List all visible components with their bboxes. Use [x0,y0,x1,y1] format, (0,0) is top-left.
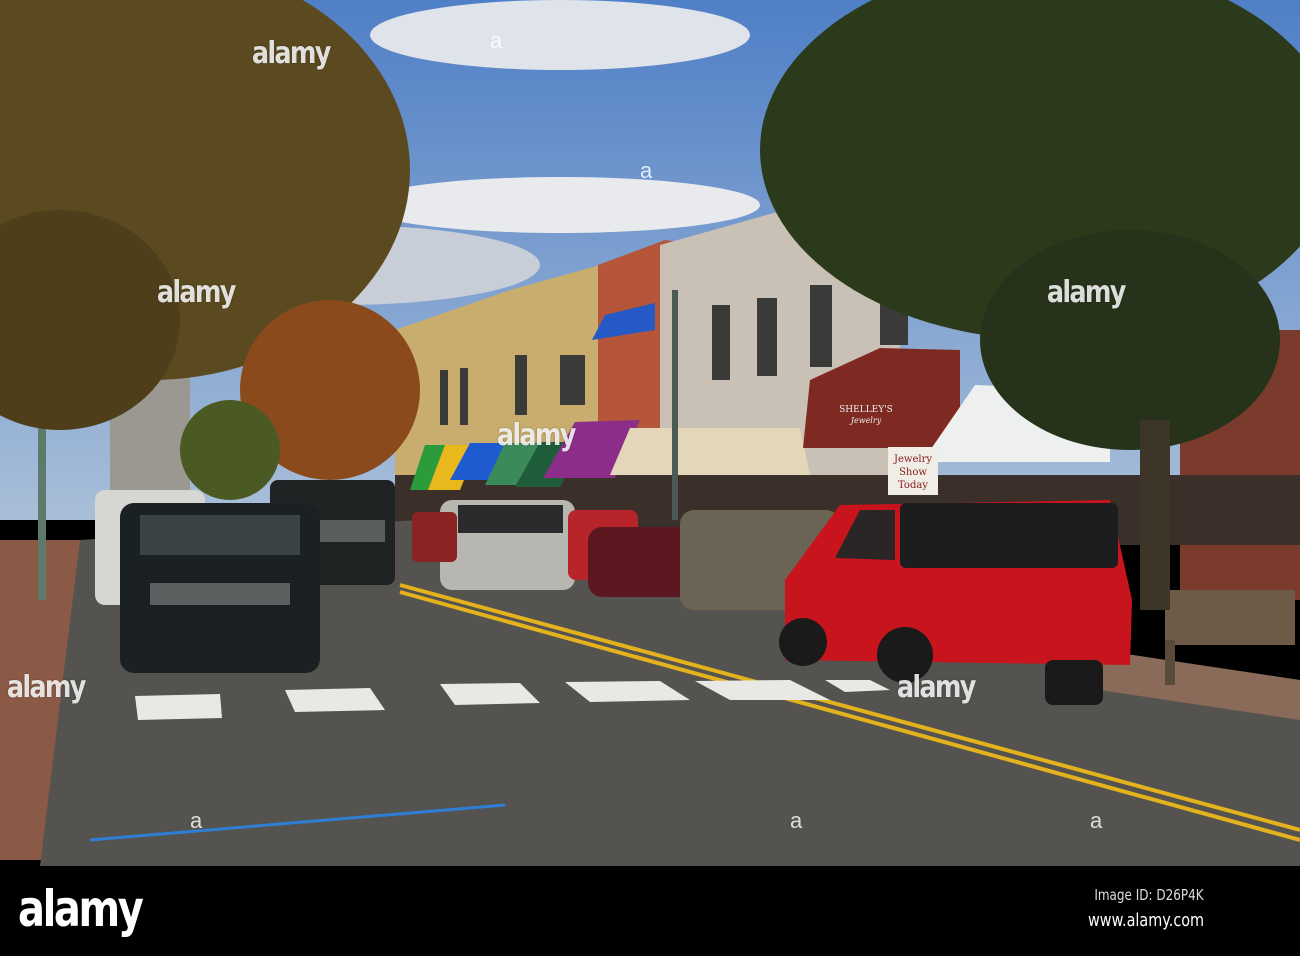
lamp-post [672,290,678,520]
watermark-logo: alamy [896,670,977,705]
watermark-logo: alamy [6,670,87,705]
sign-line3: Today [898,480,928,491]
watermark-dot: a [790,808,803,833]
watermark-logo: alamy [156,275,237,310]
watermark-dot: a [490,28,503,53]
sign-line1: Jewelry [893,454,932,465]
site-url[interactable]: www.alamy.com [1088,910,1204,931]
street-photo: SHELLEY'S Jewelry Jewelry Show Today [0,0,1300,866]
black-nissan-pickup [120,503,320,673]
watermark-dot: a [640,158,653,183]
watermark-logo: alamy [496,418,577,453]
watermark-dot: a [190,808,203,833]
photo-stage: SHELLEY'S Jewelry Jewelry Show Today ala… [0,0,1300,956]
footer-bar: alamy Image ID: D26P4K www.alamy.com [0,866,1300,956]
awning-cream [610,428,810,475]
cloud [370,0,750,70]
watermark-dot: a [1090,808,1103,833]
tree-left [0,0,420,500]
sign-line2: Show [899,467,927,478]
watermark-logo: alamy [251,36,332,71]
jewelry-show-sign: Jewelry Show Today [888,447,938,495]
awning-name: SHELLEY'S [839,405,893,415]
watermark-logo: alamy [1046,275,1127,310]
silver-minivan [440,500,575,590]
awning-sub: Jewelry [849,416,882,425]
cloud [360,177,760,233]
alamy-logo[interactable]: alamy [18,880,144,938]
image-id: Image ID: D26P4K [1094,886,1204,904]
